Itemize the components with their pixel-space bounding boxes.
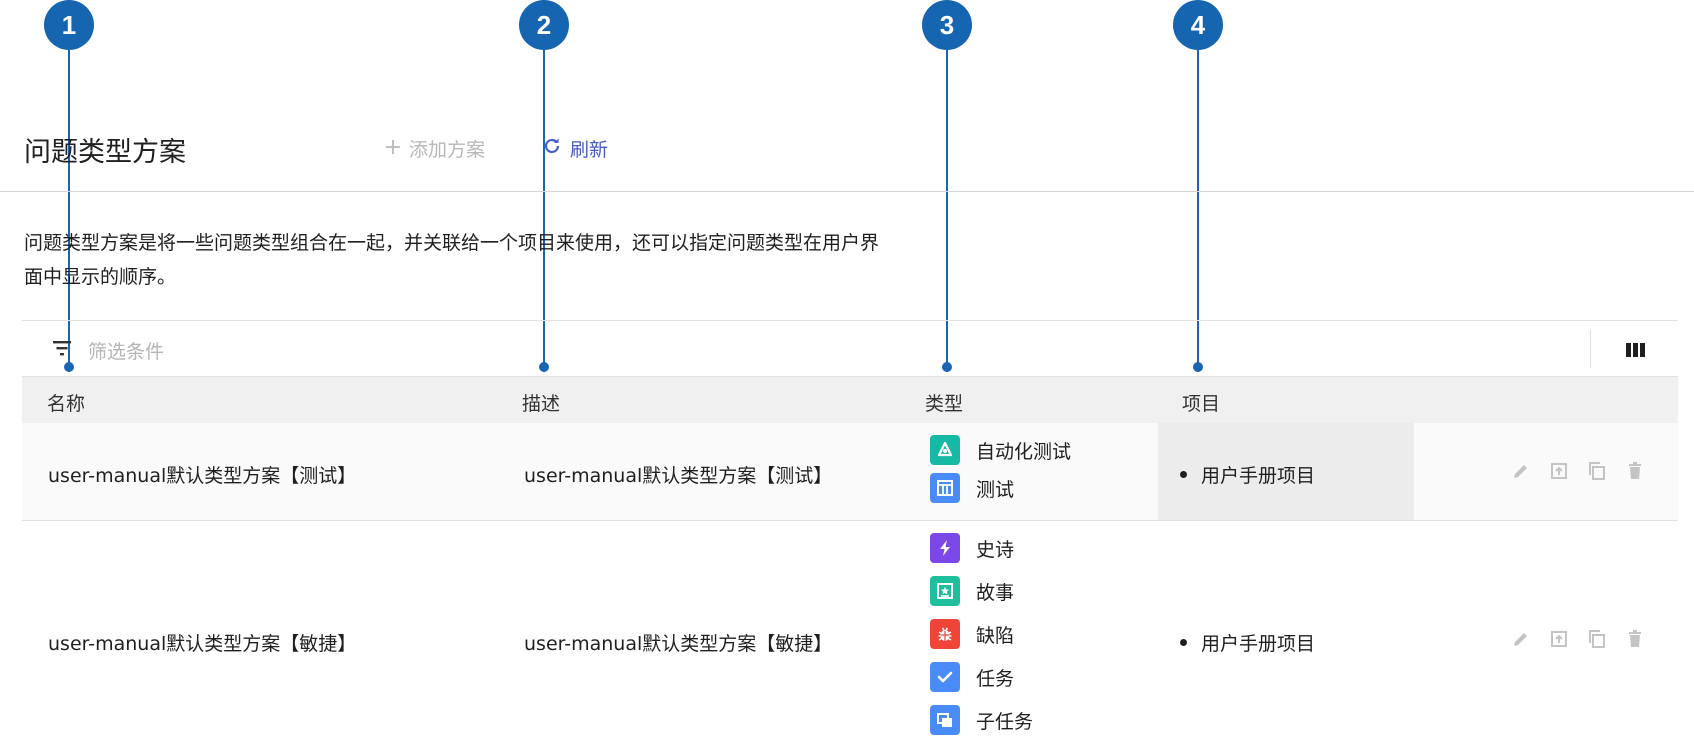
page-title: 问题类型方案	[24, 137, 186, 168]
delete-icon[interactable]	[1624, 460, 1646, 482]
row-name[interactable]: user-manual默认类型方案【测试】	[48, 461, 356, 488]
filter-divider	[1590, 330, 1591, 368]
row-description: user-manual默认类型方案【测试】	[524, 465, 833, 487]
copy-icon[interactable]	[1586, 460, 1608, 482]
type-label: 任务	[976, 667, 1015, 690]
copy-icon[interactable]	[1586, 628, 1608, 650]
column-header-project[interactable]: 项目	[1182, 389, 1220, 416]
add-scheme-label: 添加方案	[409, 139, 486, 161]
callout-line-3	[946, 46, 948, 372]
callout-dot-4	[1193, 362, 1203, 372]
callout-marker-3: 3	[922, 0, 972, 50]
refresh-label: 刷新	[570, 139, 609, 161]
refresh-icon	[542, 136, 562, 161]
row-actions	[1510, 460, 1646, 482]
callout-marker-1: 1	[44, 0, 94, 50]
type-label: 缺陷	[976, 624, 1015, 647]
filter-input[interactable]: 筛选条件	[88, 337, 164, 364]
edit-icon[interactable]	[1510, 460, 1532, 482]
filter-icon[interactable]	[52, 339, 72, 357]
row-description: user-manual默认类型方案【敏捷】	[524, 633, 833, 655]
automation-test-icon	[930, 435, 960, 465]
row-divider	[22, 520, 1678, 521]
type-label: 故事	[976, 581, 1015, 604]
bullet-icon	[1180, 471, 1187, 478]
project-label[interactable]: 用户手册项目	[1201, 461, 1315, 488]
type-item: 任务	[930, 662, 1014, 692]
callout-marker-2: 2	[519, 0, 569, 50]
plus-icon	[385, 138, 401, 160]
refresh-button[interactable]: 刷新	[542, 135, 608, 162]
issue-type-scheme-page: 1 2 3 4 问题类型方案 添加方案 刷新 问题类型方案是将一些问题类型组合在…	[0, 0, 1694, 754]
test-icon	[930, 473, 960, 503]
table-header: 名称 描述 类型 项目	[22, 376, 1678, 423]
column-header-name[interactable]: 名称	[47, 389, 85, 416]
column-header-description[interactable]: 描述	[522, 389, 560, 416]
epic-icon	[930, 533, 960, 563]
delete-icon[interactable]	[1624, 628, 1646, 650]
project-list-item: 用户手册项目	[1180, 629, 1315, 656]
callout-dot-1	[64, 362, 74, 372]
type-label: 自动化测试	[976, 440, 1072, 463]
task-icon	[930, 662, 960, 692]
row-actions	[1510, 628, 1646, 650]
bullet-icon	[1180, 639, 1187, 646]
type-item: 史诗	[930, 533, 1014, 563]
type-item: 故事	[930, 576, 1014, 606]
callout-line-1	[68, 46, 70, 372]
filter-bar-divider	[22, 320, 1678, 321]
type-item: 自动化测试	[930, 435, 1071, 465]
page-description: 问题类型方案是将一些问题类型组合在一起，并关联给一个项目来使用，还可以指定问题类…	[24, 232, 880, 288]
type-item: 子任务	[930, 705, 1033, 735]
publish-icon[interactable]	[1548, 460, 1570, 482]
callout-marker-4: 4	[1173, 0, 1223, 50]
callout-line-4	[1197, 46, 1199, 372]
story-icon	[930, 576, 960, 606]
project-label[interactable]: 用户手册项目	[1201, 629, 1315, 656]
callout-line-2	[543, 46, 545, 372]
add-scheme-button[interactable]: 添加方案	[385, 135, 485, 162]
publish-icon[interactable]	[1548, 628, 1570, 650]
columns-icon[interactable]	[1626, 342, 1645, 357]
project-list-item: 用户手册项目	[1180, 461, 1315, 488]
callout-dot-2	[539, 362, 549, 372]
edit-icon[interactable]	[1510, 628, 1532, 650]
header-divider	[0, 191, 1694, 192]
column-header-type[interactable]: 类型	[925, 389, 963, 416]
row-name[interactable]: user-manual默认类型方案【敏捷】	[48, 629, 356, 656]
type-label: 史诗	[976, 538, 1015, 561]
type-label: 测试	[976, 478, 1015, 501]
subtask-icon	[930, 705, 960, 735]
type-item: 测试	[930, 473, 1014, 503]
type-label: 子任务	[976, 710, 1034, 733]
bug-icon	[930, 619, 960, 649]
type-item: 缺陷	[930, 619, 1014, 649]
callout-dot-3	[942, 362, 952, 372]
